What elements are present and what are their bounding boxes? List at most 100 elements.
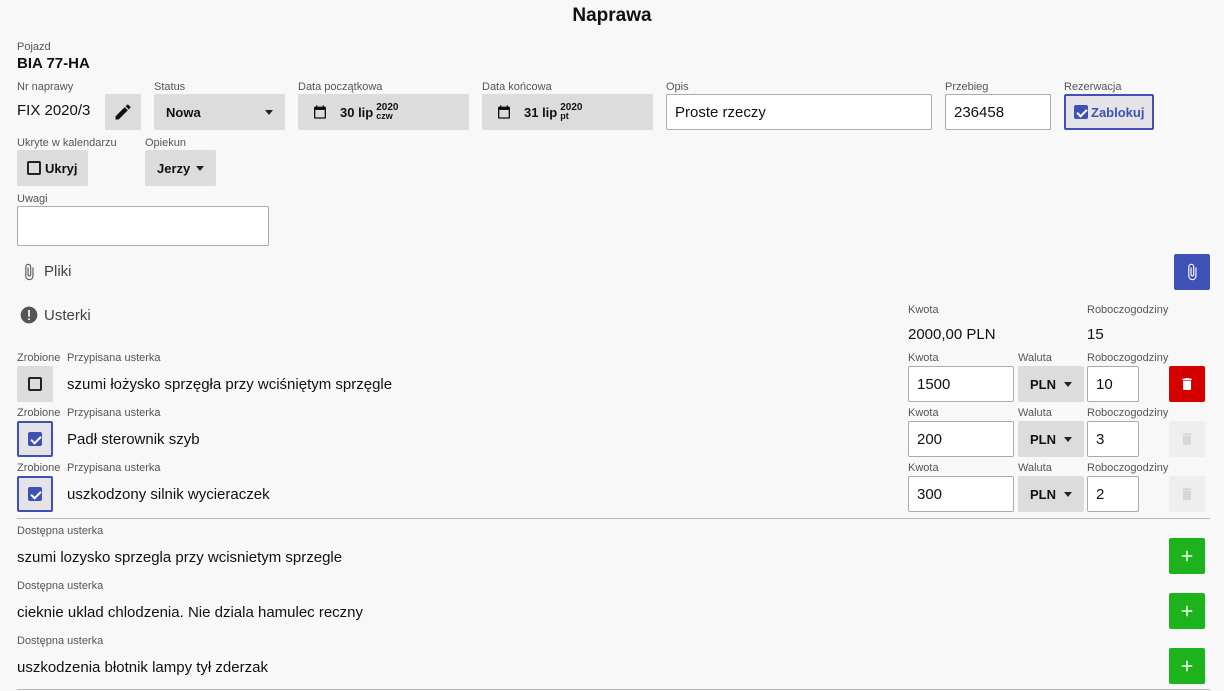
faults-amount-total: 2000,00 PLN [908,326,996,343]
plus-icon [1181,605,1193,617]
amount-input[interactable]: 1500 [908,366,1014,402]
chevron-down-icon [196,165,204,171]
start-date-weekday: czw [376,111,393,121]
available-fault-label: Dostępna usterka [17,580,104,592]
paperclip-icon [1188,263,1197,281]
assigned-fault-name: uszkodzony silnik wycieraczek [67,486,270,503]
chevron-down-icon [265,109,273,115]
amount-label: Kwota [908,352,939,364]
assigned-fault-name: Padł sterownik szyb [67,431,200,448]
chevron-down-icon [1064,491,1072,497]
edit-number-button[interactable] [105,94,141,130]
caretaker-label: Opiekun [145,137,186,149]
trash-icon [1182,378,1192,390]
notes-textarea[interactable] [17,206,269,246]
checkbox-checked-icon [28,487,42,501]
currency-select[interactable]: PLN [1018,476,1084,512]
files-label: Pliki [44,263,72,280]
available-fault-name: szumi lozysko sprzegla przy wcisnietym s… [17,549,343,566]
checkbox-checked-icon [1074,105,1088,119]
vehicle-label: Pojazd [17,41,51,53]
chevron-down-icon [1064,381,1072,387]
page-title: Naprawa [572,5,652,26]
amount-input[interactable]: 200 [908,421,1014,457]
currency-select[interactable]: PLN [1018,421,1084,457]
mileage-input[interactable]: 236458 [945,94,1051,130]
description-input[interactable]: Proste rzeczy [666,94,932,130]
divider [17,518,1210,519]
pencil-icon [115,104,131,120]
checkbox-empty-icon [27,161,41,175]
trash-icon [1182,488,1192,500]
delete-fault-button[interactable] [1169,476,1205,512]
plus-icon [1181,550,1193,562]
trash-icon [1182,433,1192,445]
available-fault-name: uszkodzenia błotnik lampy tył zderzak [17,659,268,676]
done-checkbox[interactable] [17,366,53,402]
caretaker-select[interactable]: Jerzy [145,150,216,186]
attach-file-button[interactable] [1174,254,1210,290]
mileage-label: Przebieg [945,81,989,93]
hours-label: Roboczogodziny [1087,462,1169,474]
checkbox-checked-icon [28,432,42,446]
end-date-label: Data końcowa [482,81,552,93]
end-date-weekday: pt [560,111,569,121]
currency-value: PLN [1030,376,1056,392]
currency-select[interactable]: PLN [1018,366,1084,402]
description-label: Opis [666,81,689,93]
currency-label: Waluta [1018,407,1052,419]
repair-number-value: FIX 2020/3 [17,102,91,119]
faults-hours-label: Roboczogodziny [1087,304,1169,316]
chevron-down-icon [1064,436,1072,442]
delete-fault-button[interactable] [1169,366,1205,402]
faults-amount-label: Kwota [908,304,939,316]
available-fault-label: Dostępna usterka [17,525,104,537]
hidden-calendar-label: Ukryte w kalendarzu [17,137,117,149]
currency-value: PLN [1030,486,1056,502]
hours-label: Roboczogodziny [1087,352,1169,364]
checkbox-empty-icon [28,377,42,391]
available-fault-name: cieknie uklad chlodzenia. Nie dziala ham… [17,604,364,621]
paperclip-icon [25,263,34,281]
start-date-label: Data początkowa [298,81,383,93]
status-value: Nowa [166,104,201,120]
assigned-fault-label: Przypisana usterka [67,462,161,474]
hours-input[interactable]: 10 [1087,366,1139,402]
currency-label: Waluta [1018,462,1052,474]
add-fault-button[interactable] [1169,593,1205,629]
amount-input[interactable]: 300 [908,476,1014,512]
done-label: Zrobione [17,407,61,419]
plus-icon [1181,660,1193,672]
reservation-button-label: Zablokuj [1091,104,1145,120]
amount-label: Kwota [908,462,939,474]
amount-label: Kwota [908,407,939,419]
status-label: Status [154,81,186,93]
hours-input[interactable]: 2 [1087,476,1139,512]
hide-button[interactable]: Ukryj [17,150,88,186]
currency-label: Waluta [1018,352,1052,364]
alert-icon [20,306,38,324]
reservation-label: Rezerwacja [1064,81,1122,93]
done-checkbox[interactable] [17,476,53,512]
notes-label: Uwagi [17,193,48,205]
available-fault-label: Dostępna usterka [17,635,104,647]
add-fault-button[interactable] [1169,538,1205,574]
assigned-fault-label: Przypisana usterka [67,352,161,364]
done-label: Zrobione [17,462,61,474]
calendar-icon [314,105,326,119]
end-date-day: 31 lip [524,104,558,120]
assigned-fault-name: szumi łożysko sprzęgła przy wciśniętym s… [67,376,393,393]
faults-label: Usterki [44,307,91,324]
add-fault-button[interactable] [1169,648,1205,684]
repair-number-label: Nr naprawy [17,81,74,93]
done-checkbox[interactable] [17,421,53,457]
delete-fault-button[interactable] [1169,421,1205,457]
start-date-button[interactable]: 30 lip 2020 czw [298,94,469,130]
end-date-button[interactable]: 31 lip 2020 pt [482,94,653,130]
hours-input[interactable]: 3 [1087,421,1139,457]
currency-value: PLN [1030,431,1056,447]
status-select[interactable]: Nowa [154,94,285,130]
hours-label: Roboczogodziny [1087,407,1169,419]
done-label: Zrobione [17,352,61,364]
reservation-lock-button[interactable]: Zablokuj [1064,94,1154,130]
